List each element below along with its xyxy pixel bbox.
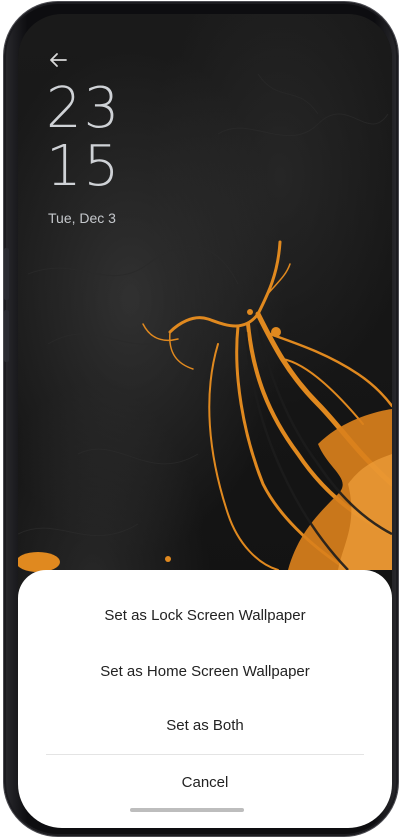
clock-hours: 23 [46, 76, 122, 141]
volume-down-key [4, 310, 9, 362]
set-lock-screen-wallpaper-button[interactable]: Set as Lock Screen Wallpaper [18, 606, 392, 626]
phone-frame: 23 15 Tue, Dec 3 Set as Lock Screen Wall… [4, 2, 398, 836]
sheet-divider [46, 754, 364, 755]
clock-minutes: 15 [46, 134, 122, 199]
back-arrow-icon[interactable] [46, 48, 70, 72]
phone-screen: 23 15 Tue, Dec 3 Set as Lock Screen Wall… [18, 14, 392, 828]
lock-screen-clock: 23 15 [46, 80, 121, 196]
home-indicator[interactable] [130, 808, 244, 812]
lock-screen-date: Tue, Dec 3 [48, 210, 116, 226]
cancel-button[interactable]: Cancel [18, 773, 392, 793]
set-both-wallpaper-button[interactable]: Set as Both [18, 716, 392, 736]
wallpaper-options-sheet: Set as Lock Screen Wallpaper Set as Home… [18, 570, 392, 828]
set-home-screen-wallpaper-button[interactable]: Set as Home Screen Wallpaper [18, 662, 392, 682]
volume-up-key [4, 248, 9, 300]
